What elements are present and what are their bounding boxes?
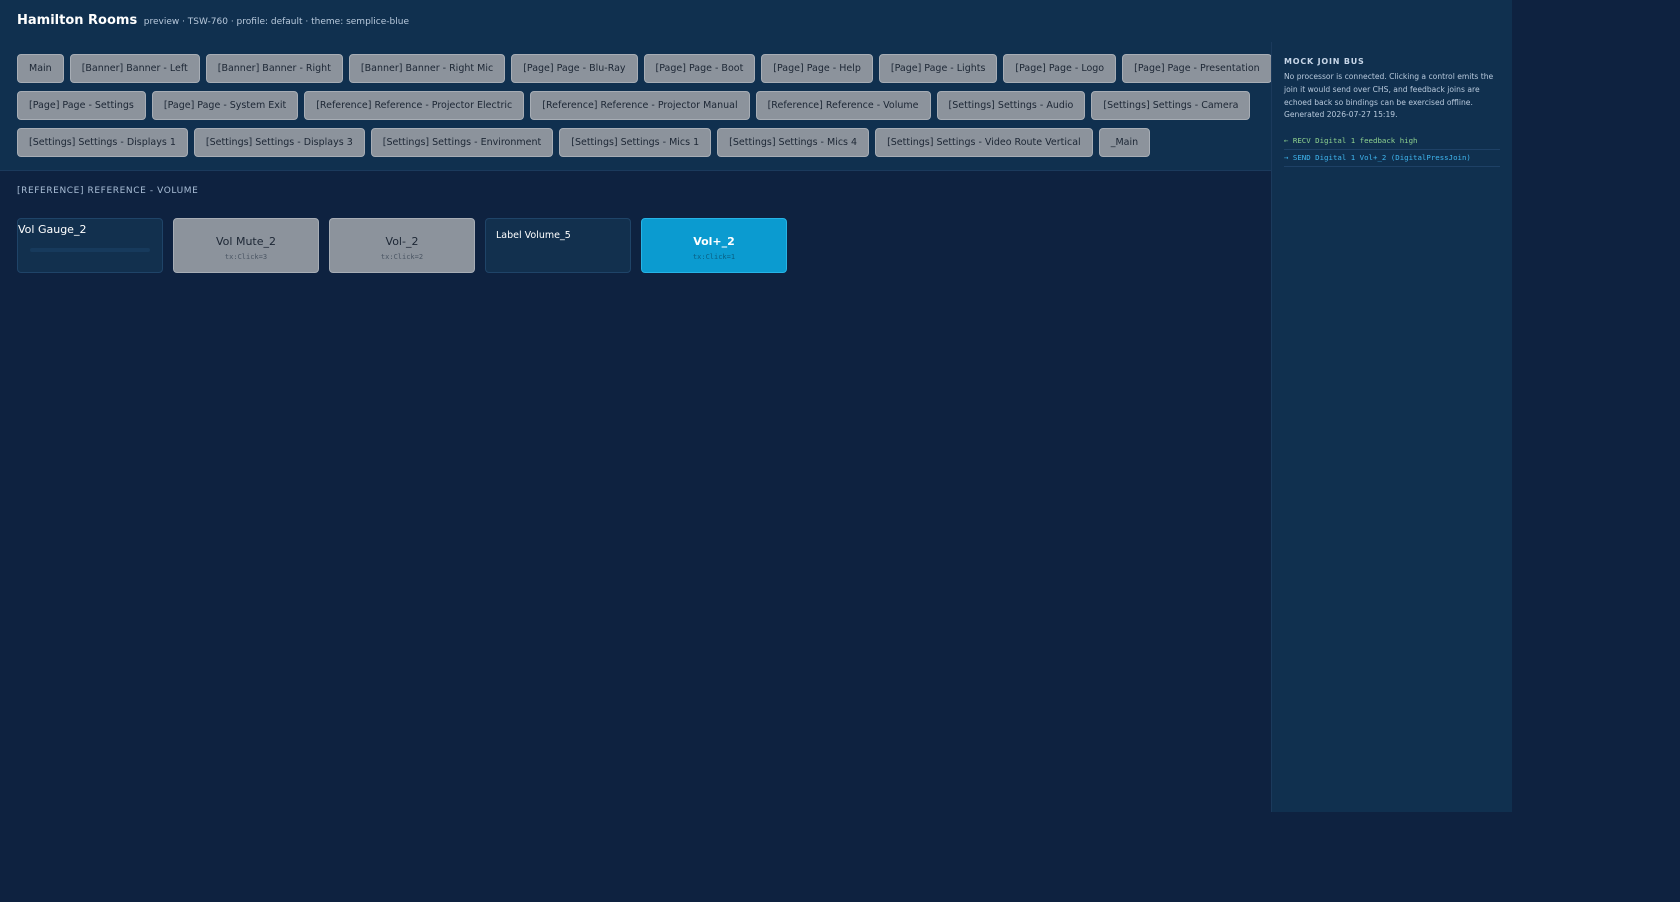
control-area: Vol Gauge_2 Vol Mute_2 tx:Click=3 Vol-_2… xyxy=(17,218,787,273)
page-button[interactable]: [Page] Page - Logo xyxy=(1003,54,1117,83)
page-button[interactable]: [Banner] Banner - Right xyxy=(205,54,343,83)
page-button[interactable]: [Page] Page - Presentation xyxy=(1122,54,1272,83)
join-bus-log[interactable]: ← RECV Digital 1 feedback high → SEND Di… xyxy=(1284,133,1500,167)
page-button[interactable]: [Settings] Settings - Audio xyxy=(936,91,1086,120)
page-button[interactable]: [Settings] Settings - Displays 1 xyxy=(17,128,188,157)
vol-down-join: tx:Click=2 xyxy=(380,253,424,261)
page-button[interactable]: [Settings] Settings - Mics 1 xyxy=(559,128,712,157)
page-button[interactable]: [Banner] Banner - Right Mic xyxy=(348,54,506,83)
page-button[interactable]: [Page] Page - Boot xyxy=(643,54,756,83)
page-button[interactable]: Main xyxy=(17,54,64,83)
vol-gauge-track xyxy=(30,248,150,252)
app-title: Hamilton Rooms preview · TSW-760 · profi… xyxy=(17,13,409,28)
label-volume-text: Label Volume_5 xyxy=(496,230,571,241)
log-entry-send: → SEND Digital 1 Vol+_2 (DigitalPressJoi… xyxy=(1284,150,1500,167)
vol-mute-label: Vol Mute_2 xyxy=(216,235,276,248)
vol-down-label: Vol-_2 xyxy=(385,235,419,248)
vol-up-label: Vol+_2 xyxy=(693,235,735,248)
page-button[interactable]: [Banner] Banner - Left xyxy=(69,54,200,83)
page-button[interactable]: [Page] Page - Settings xyxy=(17,91,146,120)
page-button[interactable]: [Reference] Reference - Projector Manual xyxy=(530,91,750,120)
join-bus-panel: MOCK JOIN BUS No processor is connected.… xyxy=(1271,42,1512,812)
vol-mute-button[interactable]: Vol Mute_2 tx:Click=3 xyxy=(173,218,319,273)
page-button[interactable]: [Page] Page - Help xyxy=(761,54,873,83)
page-nav-row-1: Main [Banner] Banner - Left [Banner] Ban… xyxy=(17,54,1272,83)
app-title-text: Hamilton Rooms xyxy=(17,13,138,28)
log-entry-recv: ← RECV Digital 1 feedback high xyxy=(1284,133,1500,150)
label-volume: Label Volume_5 xyxy=(485,218,631,273)
page-button[interactable]: [Settings] Settings - Camera xyxy=(1091,91,1251,120)
page-button[interactable]: [Reference] Reference - Projector Electr… xyxy=(304,91,525,120)
page-button[interactable]: [Page] Page - Lights xyxy=(878,54,998,83)
vol-gauge[interactable]: Vol Gauge_2 xyxy=(17,218,163,273)
page-section-title: [REFERENCE] REFERENCE - VOLUME xyxy=(17,186,199,196)
page-nav-row-3: [Settings] Settings - Displays 1 [Settin… xyxy=(17,128,1151,157)
join-bus-description: No processor is connected. Clicking a co… xyxy=(1284,72,1494,120)
page-button[interactable]: [Settings] Settings - Environment xyxy=(370,128,554,157)
page-button[interactable]: [Settings] Settings - Mics 4 xyxy=(717,128,870,157)
page-button[interactable]: [Page] Page - Blu-Ray xyxy=(511,54,638,83)
join-bus-title: MOCK JOIN BUS xyxy=(1284,57,1365,66)
page-button[interactable]: [Settings] Settings - Displays 3 xyxy=(193,128,365,157)
vol-up-join: tx:Click=1 xyxy=(692,253,736,261)
page-button[interactable]: [Page] Page - System Exit xyxy=(151,91,299,120)
vol-gauge-label: Vol Gauge_2 xyxy=(18,223,87,236)
page-button[interactable]: [Reference] Reference - Volume xyxy=(755,91,931,120)
page-button[interactable]: [Settings] Settings - Video Route Vertic… xyxy=(875,128,1093,157)
page-nav: Main [Banner] Banner - Left [Banner] Ban… xyxy=(0,42,1272,171)
vol-down-button[interactable]: Vol-_2 tx:Click=2 xyxy=(329,218,475,273)
header: Hamilton Rooms preview · TSW-760 · profi… xyxy=(0,0,1512,43)
page-nav-row-2: [Page] Page - Settings [Page] Page - Sys… xyxy=(17,91,1251,120)
page-button[interactable]: _Main xyxy=(1098,128,1151,157)
app-window: Hamilton Rooms preview · TSW-760 · profi… xyxy=(0,0,1512,812)
vol-up-button[interactable]: Vol+_2 tx:Click=1 xyxy=(641,218,787,273)
vol-mute-join: tx:Click=3 xyxy=(224,253,268,261)
app-subtitle: preview · TSW-760 · profile: default · t… xyxy=(143,17,409,27)
